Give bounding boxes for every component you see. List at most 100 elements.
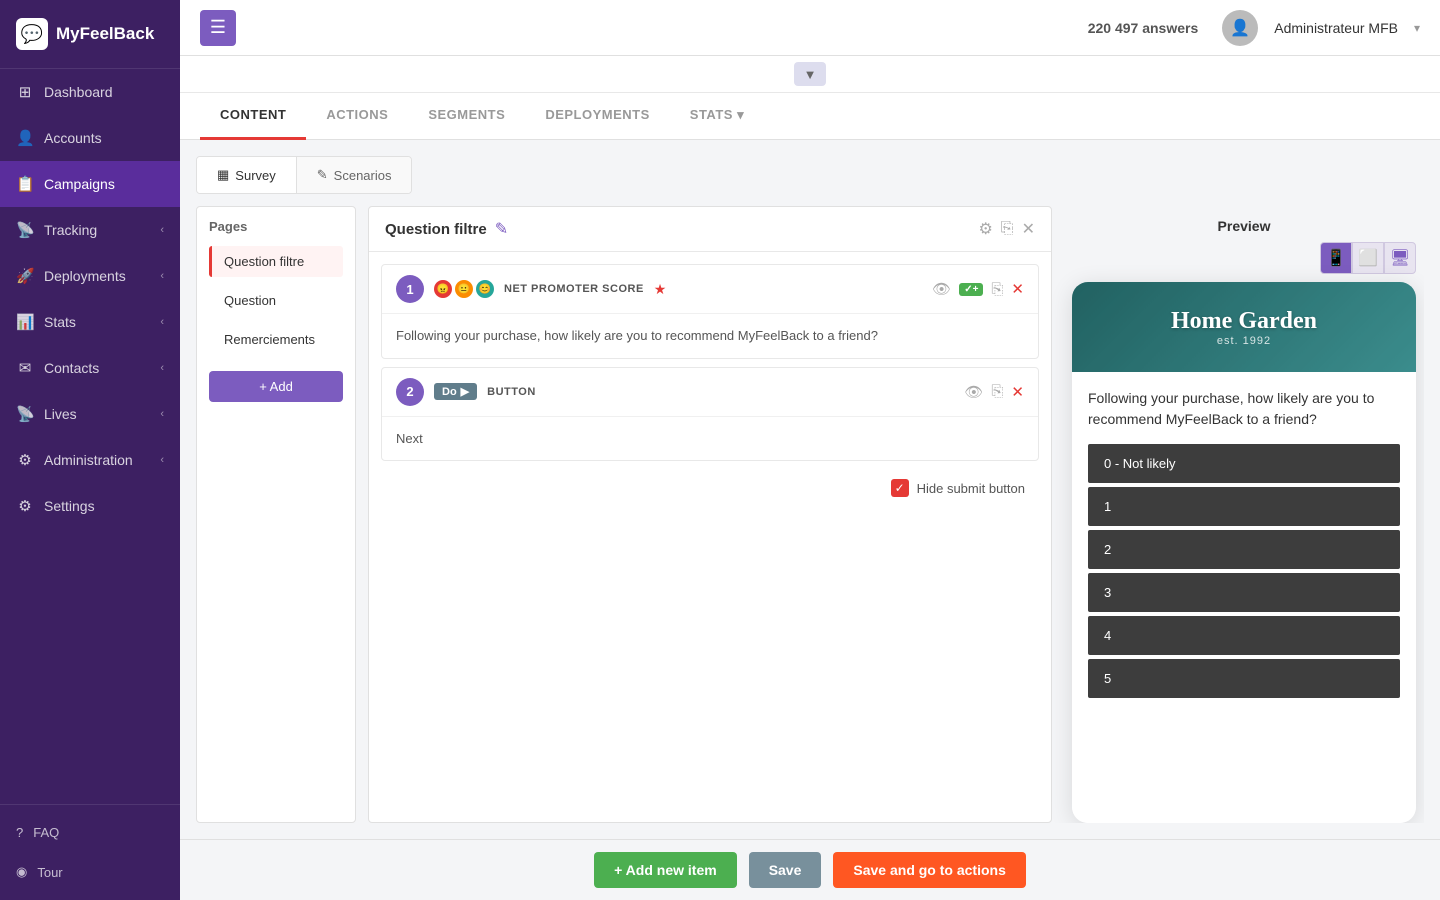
sidebar-item-label: Contacts bbox=[44, 360, 99, 376]
questions-panel: Question filtre ✎ ⚙ ⎘ ✕ 1 bbox=[368, 206, 1052, 823]
questions-header: Question filtre ✎ ⚙ ⎘ ✕ bbox=[369, 207, 1051, 252]
tab-stats[interactable]: STATS ▾ bbox=[670, 93, 764, 140]
sub-tab-scenarios[interactable]: ✎ Scenarios bbox=[297, 157, 412, 193]
sub-tabs: ▦ Survey ✎ Scenarios bbox=[196, 156, 412, 194]
pages-panel: Pages Question filtre Question Remerciem… bbox=[196, 206, 356, 823]
tab-actions[interactable]: ACTIONS bbox=[306, 93, 408, 140]
sidebar-item-accounts[interactable]: 👤 Accounts bbox=[0, 115, 180, 161]
sidebar-item-label: Lives bbox=[44, 406, 77, 422]
add-page-button[interactable]: + Add bbox=[209, 371, 343, 402]
hide-submit-checkbox[interactable]: ✓ bbox=[891, 479, 909, 497]
question-1-type-label: NET PROMOTER SCORE bbox=[504, 283, 644, 295]
question-2-body: Next bbox=[382, 417, 1038, 461]
question-2-actions: 👁 ⎘ ✕ bbox=[964, 383, 1024, 401]
answers-number: 220 497 bbox=[1088, 20, 1139, 36]
user-name[interactable]: Administrateur MFB bbox=[1274, 20, 1398, 36]
preview-option-4[interactable]: 4 bbox=[1088, 616, 1400, 655]
add-new-item-button[interactable]: + Add new item bbox=[594, 852, 737, 888]
q1-delete-icon[interactable]: ✕ bbox=[1011, 280, 1024, 298]
sidebar-item-lives[interactable]: 📡 Lives ‹ bbox=[0, 391, 180, 437]
sidebar-item-deployments[interactable]: 🚀 Deployments ‹ bbox=[0, 253, 180, 299]
sidebar-item-dashboard[interactable]: ⊞ Dashboard bbox=[0, 69, 180, 115]
answers-label: answers bbox=[1142, 20, 1198, 36]
device-tablet-button[interactable]: ⬜ bbox=[1352, 242, 1384, 274]
sub-tab-survey-label: Survey bbox=[235, 168, 275, 183]
page-item-remerciements[interactable]: Remerciements bbox=[209, 324, 343, 355]
sidebar: 💬 MyFeelBack ⊞ Dashboard 👤 Accounts 📋 Ca… bbox=[0, 0, 180, 900]
q1-copy-icon[interactable]: ⎘ bbox=[991, 281, 1003, 298]
q-type-icon-red: 😠 bbox=[434, 280, 452, 298]
question-1-body: Following your purchase, how likely are … bbox=[382, 314, 1038, 358]
logo-icon: 💬 bbox=[16, 18, 48, 50]
preview-option-3[interactable]: 3 bbox=[1088, 573, 1400, 612]
sidebar-item-campaigns[interactable]: 📋 Campaigns bbox=[0, 161, 180, 207]
tab-deployments[interactable]: DEPLOYMENTS bbox=[525, 93, 669, 140]
tab-segments[interactable]: SEGMENTS bbox=[408, 93, 525, 140]
hamburger-button[interactable]: ☰ bbox=[200, 10, 236, 46]
preview-option-2[interactable]: 2 bbox=[1088, 530, 1400, 569]
topbar: ☰ 220 497 answers 👤 Administrateur MFB ▾ bbox=[180, 0, 1440, 56]
answers-count: 220 497 answers bbox=[1088, 20, 1199, 36]
sidebar-item-label: Administration bbox=[44, 452, 133, 468]
lives-icon: 📡 bbox=[16, 405, 34, 423]
page-item-question[interactable]: Question bbox=[209, 285, 343, 316]
user-avatar: 👤 bbox=[1222, 10, 1258, 46]
collapse-section: ▼ bbox=[180, 56, 1440, 93]
sub-tab-survey[interactable]: ▦ Survey bbox=[197, 157, 297, 193]
page-item-question-filtre[interactable]: Question filtre bbox=[209, 246, 343, 277]
tour-label: Tour bbox=[37, 865, 62, 880]
sidebar-bottom: ? FAQ ◉ Tour bbox=[0, 804, 180, 900]
device-desktop-button[interactable]: 🖥 bbox=[1384, 242, 1416, 274]
sidebar-item-label: Settings bbox=[44, 498, 95, 514]
sidebar-item-tour[interactable]: ◉ Tour bbox=[0, 852, 180, 892]
preview-option-5[interactable]: 5 bbox=[1088, 659, 1400, 698]
q1-view-icon[interactable]: 👁 bbox=[932, 280, 951, 298]
save-button[interactable]: Save bbox=[749, 852, 822, 888]
question-card-2-header: 2 Do ▶ BUTTON 👁 ⎘ ✕ bbox=[382, 368, 1038, 417]
preview-frame: Home Garden est. 1992 Following your pur… bbox=[1072, 282, 1416, 823]
deployments-icon: 🚀 bbox=[16, 267, 34, 285]
sidebar-item-label: Tracking bbox=[44, 222, 97, 238]
preview-option-0[interactable]: 0 - Not likely bbox=[1088, 444, 1400, 483]
content-area: ▦ Survey ✎ Scenarios Pages Question filt… bbox=[180, 140, 1440, 839]
stats-icon: 📊 bbox=[16, 313, 34, 331]
preview-content: Following your purchase, how likely are … bbox=[1072, 372, 1416, 823]
preview-option-1[interactable]: 1 bbox=[1088, 487, 1400, 526]
survey-icon: ▦ bbox=[217, 167, 229, 183]
question-card-2: 2 Do ▶ BUTTON 👁 ⎘ ✕ bbox=[381, 367, 1039, 462]
questions-header-edit-icon[interactable]: ✎ bbox=[495, 219, 508, 239]
sidebar-item-settings[interactable]: ⚙ Settings bbox=[0, 483, 180, 529]
main: ☰ 220 497 answers 👤 Administrateur MFB ▾… bbox=[180, 0, 1440, 900]
administration-icon: ⚙ bbox=[16, 451, 34, 469]
editor-main: Pages Question filtre Question Remerciem… bbox=[196, 206, 1424, 823]
question-1-star: ★ bbox=[654, 281, 667, 298]
sidebar-item-stats[interactable]: 📊 Stats ‹ bbox=[0, 299, 180, 345]
q2-copy-icon[interactable]: ⎘ bbox=[991, 383, 1003, 400]
bottom-bar: + Add new item Save Save and go to actio… bbox=[180, 839, 1440, 900]
sidebar-item-label: Campaigns bbox=[44, 176, 115, 192]
sidebar-item-administration[interactable]: ⚙ Administration ‹ bbox=[0, 437, 180, 483]
settings-gear-icon[interactable]: ⚙ bbox=[978, 219, 992, 239]
preview-banner-title: Home Garden bbox=[1171, 308, 1317, 335]
preview-title: Preview bbox=[1072, 206, 1416, 242]
sidebar-item-tracking[interactable]: 📡 Tracking ‹ bbox=[0, 207, 180, 253]
preview-device-bar: 📱 ⬜ 🖥 bbox=[1072, 242, 1416, 274]
close-icon[interactable]: ✕ bbox=[1022, 219, 1035, 239]
q2-view-icon[interactable]: 👁 bbox=[964, 383, 983, 401]
administration-chevron: ‹ bbox=[160, 454, 164, 466]
copy-icon[interactable]: ⎘ bbox=[1001, 220, 1014, 238]
deployments-chevron: ‹ bbox=[160, 270, 164, 282]
question-2-number: 2 bbox=[396, 378, 424, 406]
collapse-button[interactable]: ▼ bbox=[794, 62, 826, 86]
question-card-1: 1 😠 😐 😊 NET PROMOTER SCORE ★ bbox=[381, 264, 1039, 359]
sidebar-item-faq[interactable]: ? FAQ bbox=[0, 813, 180, 852]
sidebar-item-label: Deployments bbox=[44, 268, 126, 284]
lives-chevron: ‹ bbox=[160, 408, 164, 420]
save-and-go-button[interactable]: Save and go to actions bbox=[833, 852, 1025, 888]
device-phone-button[interactable]: 📱 bbox=[1320, 242, 1352, 274]
questions-body: 1 😠 😐 😊 NET PROMOTER SCORE ★ bbox=[369, 252, 1051, 822]
sidebar-item-contacts[interactable]: ✉ Contacts ‹ bbox=[0, 345, 180, 391]
sidebar-item-label: Stats bbox=[44, 314, 76, 330]
q2-delete-icon[interactable]: ✕ bbox=[1011, 383, 1024, 401]
tab-content[interactable]: CONTENT bbox=[200, 93, 306, 140]
